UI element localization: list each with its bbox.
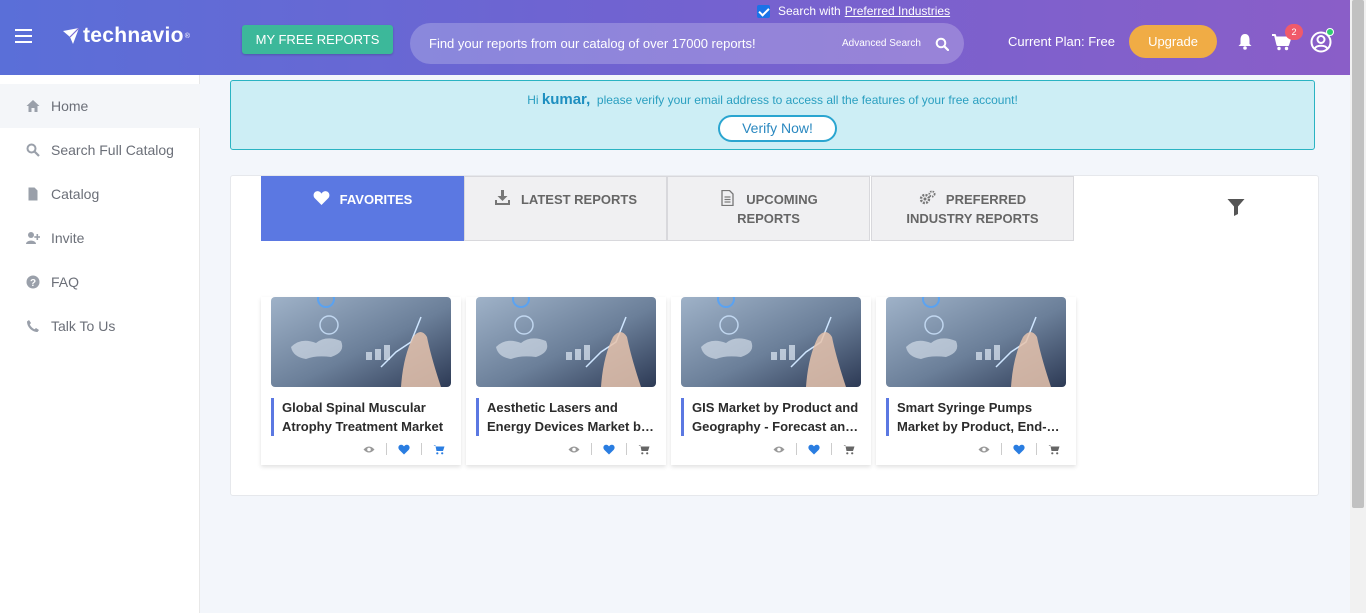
cart-icon[interactable] xyxy=(433,444,445,455)
search-input[interactable]: Find your reports from our catalog of ov… xyxy=(429,36,756,51)
eye-icon[interactable] xyxy=(773,444,785,455)
verify-now-button[interactable]: Verify Now! xyxy=(718,115,837,142)
card-actions xyxy=(363,443,445,455)
tab-preferred-industry-reports[interactable]: PREFERRED INDUSTRY REPORTS xyxy=(871,176,1074,241)
gears-icon xyxy=(919,190,936,205)
technavio-logo[interactable]: technavio ® xyxy=(62,24,190,48)
user-name: kumar, xyxy=(541,91,591,108)
report-title[interactable]: Smart Syringe Pumps Market by Product, E… xyxy=(886,398,1071,436)
tab-label: PREFERRED xyxy=(945,192,1027,207)
heart-icon[interactable] xyxy=(398,444,410,455)
sidebar-item-invite[interactable]: Invite xyxy=(0,216,200,260)
greeting-prefix: Hi xyxy=(527,93,539,107)
sidebar-item-label: Catalog xyxy=(51,186,100,202)
card-actions xyxy=(568,443,650,455)
heart-icon[interactable] xyxy=(1013,444,1025,455)
user-plus-icon xyxy=(26,232,40,244)
cart-icon[interactable] xyxy=(843,444,855,455)
advanced-search-link[interactable]: Advanced Search xyxy=(842,38,921,49)
divider xyxy=(831,443,832,455)
upgrade-button[interactable]: Upgrade xyxy=(1129,25,1217,58)
sidebar: Home Search Full Catalog Catalog Invite … xyxy=(0,75,200,613)
report-thumbnail-image[interactable] xyxy=(886,297,1066,387)
filter-icon[interactable] xyxy=(1227,198,1245,216)
svg-text:?: ? xyxy=(30,278,36,289)
document-icon xyxy=(721,190,734,206)
divider xyxy=(1001,443,1002,455)
sidebar-item-label: Home xyxy=(51,98,89,114)
heart-icon[interactable] xyxy=(603,444,615,455)
preferred-industries-toggle[interactable]: Search with Preferred Industries xyxy=(757,4,950,18)
report-card[interactable]: Global Spinal Muscular Atrophy Treatment… xyxy=(261,297,461,465)
page-scrollbar-thumb[interactable] xyxy=(1352,0,1364,508)
search-icon[interactable] xyxy=(935,37,949,51)
tab-latest-reports[interactable]: LATEST REPORTS xyxy=(464,176,667,241)
tab-favorites[interactable]: FAVORITES xyxy=(261,176,464,241)
sidebar-item-search-full-catalog[interactable]: Search Full Catalog xyxy=(0,128,200,172)
divider xyxy=(386,443,387,455)
card-actions xyxy=(978,443,1060,455)
report-thumbnail-image[interactable] xyxy=(476,297,656,387)
tab-label: UPCOMING xyxy=(746,192,818,207)
cart-icon[interactable] xyxy=(638,444,650,455)
eye-icon[interactable] xyxy=(978,444,990,455)
cart-icon[interactable] xyxy=(1048,444,1060,455)
tab-upcoming-reports[interactable]: UPCOMING REPORTS xyxy=(667,176,870,241)
logo-trademark: ® xyxy=(184,32,190,40)
sidebar-item-label: FAQ xyxy=(51,274,80,290)
my-free-reports-button[interactable]: MY FREE REPORTS xyxy=(242,25,393,54)
heart-icon[interactable] xyxy=(808,444,820,455)
current-plan-label: Current Plan: Free xyxy=(1008,34,1115,49)
tab-label: LATEST REPORTS xyxy=(520,192,638,207)
top-header: technavio ® MY FREE REPORTS Search with … xyxy=(0,0,1350,75)
eye-icon[interactable] xyxy=(568,444,580,455)
tab-label-line2: INDUSTRY REPORTS xyxy=(906,211,1039,226)
report-thumbnail-image[interactable] xyxy=(681,297,861,387)
preferred-industries-checkbox[interactable] xyxy=(757,4,770,18)
catalog-search-bar[interactable]: Find your reports from our catalog of ov… xyxy=(410,23,964,64)
card-actions xyxy=(773,443,855,455)
divider xyxy=(796,443,797,455)
question-icon: ? xyxy=(26,275,40,289)
report-card[interactable]: Smart Syringe Pumps Market by Product, E… xyxy=(876,297,1076,465)
sidebar-item-label: Invite xyxy=(51,230,85,246)
bell-icon[interactable] xyxy=(1237,33,1253,50)
reports-panel: FAVORITES LATEST REPORTS UPCOMING REPORT… xyxy=(230,175,1319,496)
home-icon xyxy=(26,100,40,112)
phone-icon xyxy=(27,320,39,332)
search-icon xyxy=(26,143,40,157)
sidebar-item-faq[interactable]: ? FAQ xyxy=(0,260,200,304)
divider xyxy=(1036,443,1037,455)
file-icon xyxy=(28,187,38,201)
verify-email-banner: Hi kumar, please verify your email addre… xyxy=(230,80,1315,150)
report-title[interactable]: Global Spinal Muscular Atrophy Treatment… xyxy=(271,398,456,436)
verify-message: Hi kumar, please verify your email addre… xyxy=(231,91,1314,108)
hamburger-menu-icon[interactable] xyxy=(15,29,32,43)
report-card[interactable]: Aesthetic Lasers and Energy Devices Mark… xyxy=(466,297,666,465)
report-title[interactable]: GIS Market by Product and Geography - Fo… xyxy=(681,398,866,436)
heart-icon xyxy=(313,191,330,205)
divider xyxy=(626,443,627,455)
sidebar-item-label: Search Full Catalog xyxy=(51,142,174,158)
sidebar-item-home[interactable]: Home xyxy=(0,84,200,128)
sidebar-item-label: Talk To Us xyxy=(51,318,116,334)
divider xyxy=(591,443,592,455)
sidebar-item-catalog[interactable]: Catalog xyxy=(0,172,200,216)
eye-icon[interactable] xyxy=(363,444,375,455)
logo-text: technavio xyxy=(83,24,184,47)
preferred-industries-link[interactable]: Preferred Industries xyxy=(845,4,950,18)
tab-label: FAVORITES xyxy=(339,192,413,207)
report-thumbnail-image[interactable] xyxy=(271,297,451,387)
pref-check-prefix: Search with xyxy=(778,4,841,18)
online-status-dot xyxy=(1326,28,1334,36)
cart-count-badge: 2 xyxy=(1285,24,1303,40)
report-title[interactable]: Aesthetic Lasers and Energy Devices Mark… xyxy=(476,398,661,436)
verify-text: please verify your email address to acce… xyxy=(596,93,1018,107)
divider xyxy=(421,443,422,455)
logo-plane-icon xyxy=(63,27,80,44)
download-icon xyxy=(494,190,510,205)
tab-label-line2: REPORTS xyxy=(737,211,800,226)
sidebar-item-talk-to-us[interactable]: Talk To Us xyxy=(0,304,200,348)
report-card[interactable]: GIS Market by Product and Geography - Fo… xyxy=(671,297,871,465)
